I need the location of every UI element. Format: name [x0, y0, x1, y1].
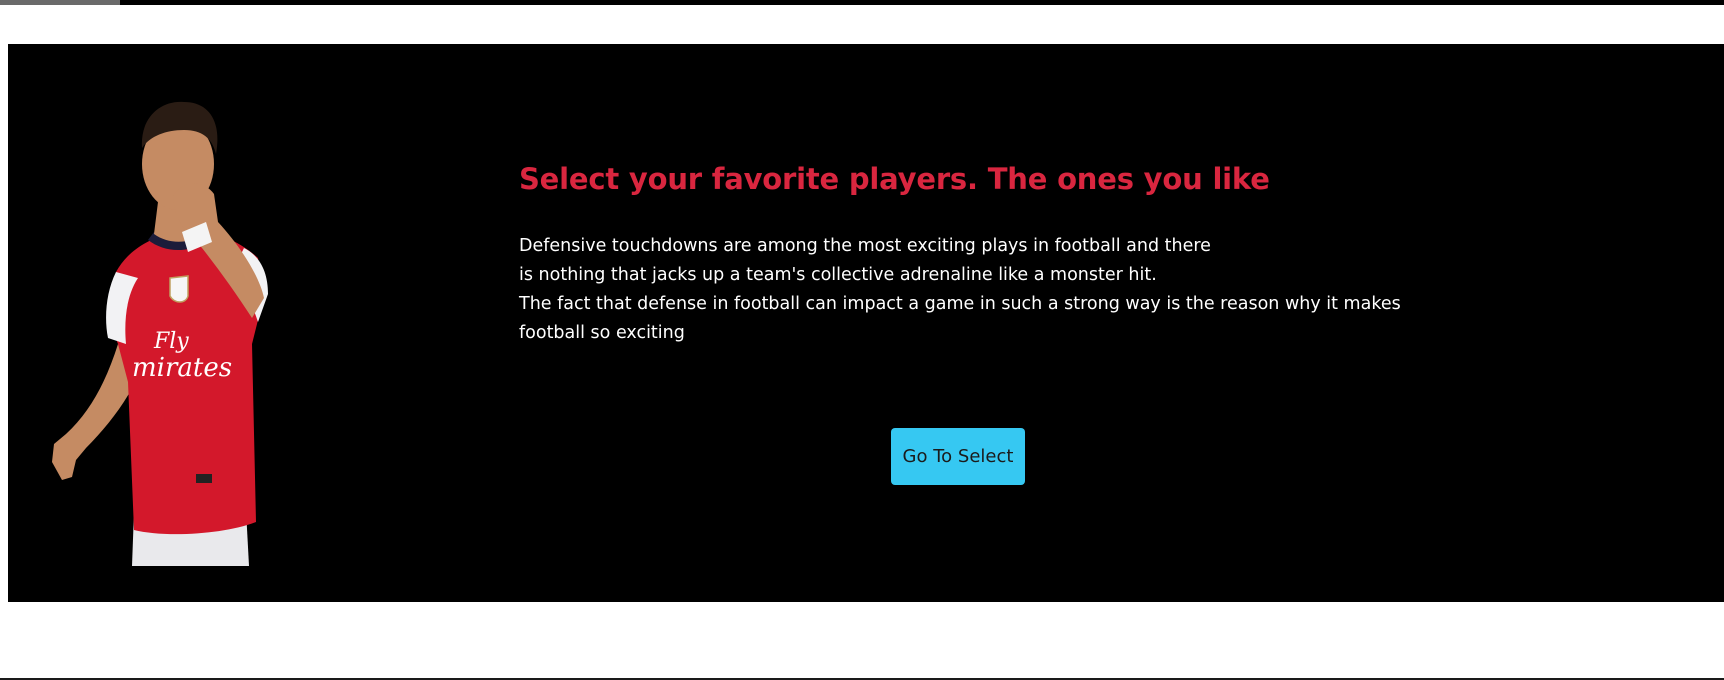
top-border	[0, 0, 1724, 5]
svg-text:mirates: mirates	[132, 353, 232, 383]
hero-banner: Fly mirates Select your favorite players…	[8, 44, 1724, 602]
paragraph-line: The fact that defense in football can im…	[519, 293, 1401, 314]
go-to-select-button[interactable]: Go To Select	[891, 428, 1025, 485]
player-image: Fly mirates	[52, 101, 268, 566]
paragraph-line: football so exciting	[519, 322, 685, 343]
paragraph-line: Defensive touchdowns are among the most …	[519, 235, 1211, 256]
hero-paragraph: Defensive touchdowns are among the most …	[519, 232, 1419, 348]
svg-text:Fly: Fly	[153, 329, 189, 354]
hero-headline: Select your favorite players. The ones y…	[519, 162, 1270, 196]
hero-content: Select your favorite players. The ones y…	[519, 162, 1419, 348]
paragraph-line: is nothing that jacks up a team's collec…	[519, 264, 1157, 285]
